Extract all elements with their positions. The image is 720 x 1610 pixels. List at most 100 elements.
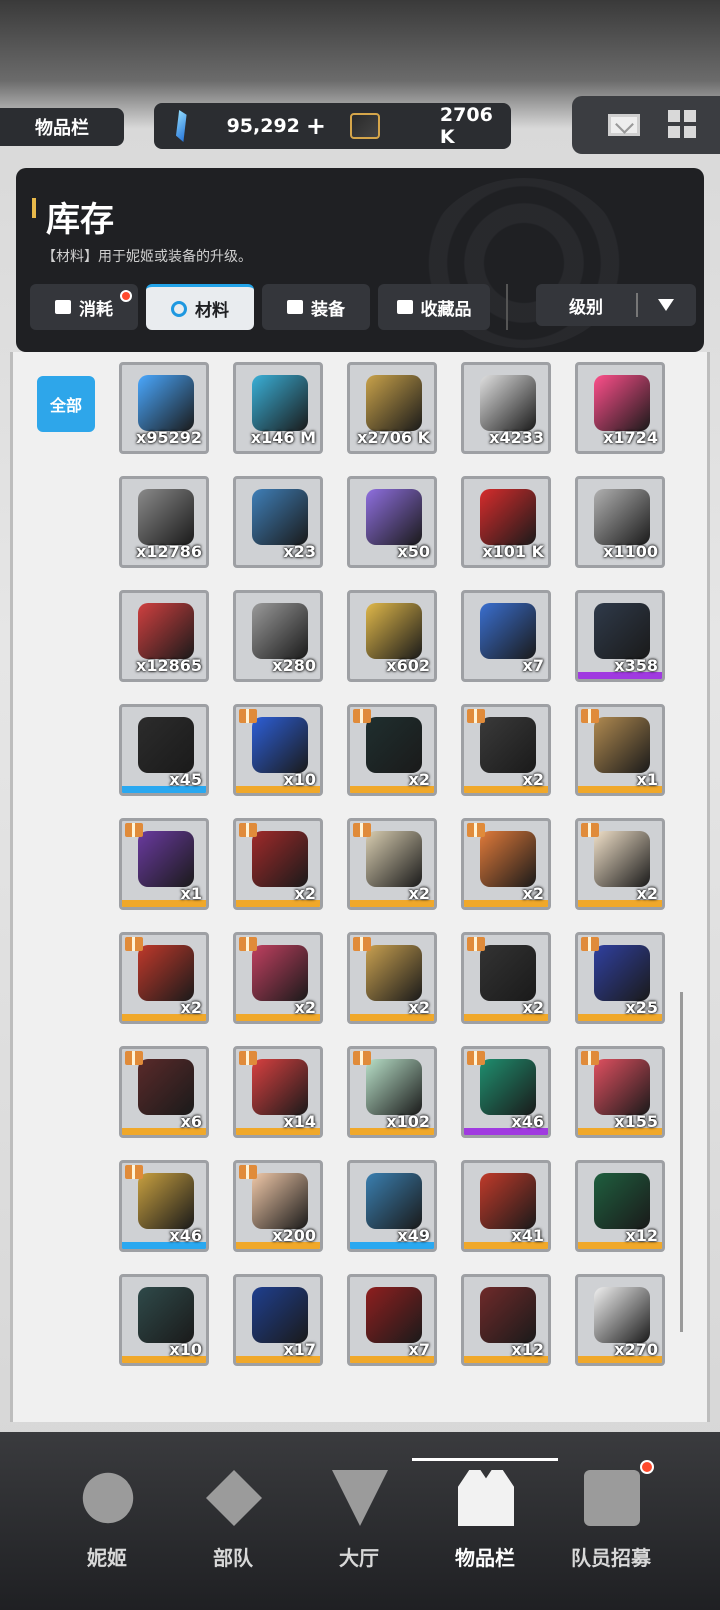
tab-materials[interactable]: 材料 [146,284,254,330]
item-image [252,489,308,545]
tab-label: 材料 [195,301,229,321]
inventory-item[interactable]: x23 [233,476,323,568]
inventory-item[interactable]: x155 [575,1046,665,1138]
item-quantity: x2 [180,998,202,1017]
item-image [252,945,308,1001]
filter-all-button[interactable]: 全部 [37,376,95,432]
item-quantity: x49 [397,1226,430,1245]
tab-label: 消耗 [79,299,113,320]
item-image [480,603,536,659]
inventory-item[interactable]: x2706 K [347,362,437,454]
item-quantity: x45 [169,770,202,789]
gem-currency[interactable]: 95,292 + [176,103,326,149]
inventory-item[interactable]: x2 [461,704,551,796]
inventory-item[interactable]: x270 [575,1274,665,1366]
add-gem-button[interactable]: + [306,112,326,140]
inventory-item[interactable]: x200 [233,1160,323,1252]
gift-icon [239,937,257,951]
inventory-item[interactable]: x4233 [461,362,551,454]
inventory-item[interactable]: x14 [233,1046,323,1138]
inventory-item[interactable]: x7 [347,1274,437,1366]
inventory-item[interactable]: x12 [575,1160,665,1252]
tab-collection[interactable]: 收藏品 [378,284,490,330]
item-quantity: x46 [511,1112,544,1131]
item-image [594,1287,650,1343]
inventory-item[interactable]: x2 [347,932,437,1024]
divider [506,284,508,330]
item-image [480,717,536,773]
inventory-item[interactable]: x1100 [575,476,665,568]
nav-squad[interactable]: 部队 [178,1432,288,1610]
inventory-item[interactable]: x25 [575,932,665,1024]
inventory-item[interactable]: x45 [119,704,209,796]
item-image [366,1287,422,1343]
gift-icon [581,937,599,951]
inventory-item[interactable]: x46 [119,1160,209,1252]
inventory-item[interactable]: x146 M [233,362,323,454]
scrollbar[interactable] [680,992,683,1332]
inventory-item[interactable]: x6 [119,1046,209,1138]
inventory-item[interactable]: x12786 [119,476,209,568]
inventory-item[interactable]: x2 [347,818,437,910]
inventory-item[interactable]: x50 [347,476,437,568]
inventory-item[interactable]: x1 [119,818,209,910]
lobby-icon [332,1470,388,1526]
item-image [252,603,308,659]
item-quantity: x2 [408,884,430,903]
sort-dropdown[interactable]: 级别 [536,284,696,326]
inventory-item[interactable]: x2 [233,818,323,910]
inventory-item[interactable]: x358 [575,590,665,682]
nav-lobby[interactable]: 大厅 [304,1432,414,1610]
item-quantity: x12 [625,1226,658,1245]
inventory-item[interactable]: x2 [461,818,551,910]
inventory-item[interactable]: x10 [119,1274,209,1366]
grid-icon[interactable] [668,110,696,138]
inventory-item[interactable]: x2 [461,932,551,1024]
inventory-item[interactable]: x101 K [461,476,551,568]
mail-icon[interactable] [608,114,640,136]
item-image [594,831,650,887]
inventory-item[interactable]: x12865 [119,590,209,682]
inventory-item[interactable]: x49 [347,1160,437,1252]
gift-icon [353,709,371,723]
inventory-item[interactable]: x102 [347,1046,437,1138]
nav-nikke[interactable]: 妮姬 [52,1432,162,1610]
item-image [252,1059,308,1115]
item-quantity: x602 [386,656,430,675]
inventory-item[interactable]: x95292 [119,362,209,454]
inventory-item[interactable]: x17 [233,1274,323,1366]
inventory-item[interactable]: x602 [347,590,437,682]
item-image [138,1287,194,1343]
item-image [594,489,650,545]
gift-icon [581,1051,599,1065]
panel-description: 【材料】用于妮姬或装备的升级。 [42,249,252,265]
inventory-item[interactable]: x46 [461,1046,551,1138]
inventory-item[interactable]: x1 [575,704,665,796]
tab-equipment[interactable]: 装备 [262,284,370,330]
inventory-item[interactable]: x12 [461,1274,551,1366]
item-image [594,1173,650,1229]
inventory-item[interactable]: x10 [233,704,323,796]
item-quantity: x1100 [603,542,658,561]
inventory-item[interactable]: x1724 [575,362,665,454]
item-image [594,603,650,659]
gift-icon [581,709,599,723]
inventory-item[interactable]: x280 [233,590,323,682]
inventory-item[interactable]: x7 [461,590,551,682]
clipboard-icon [584,1470,640,1526]
vest-icon [458,1470,514,1526]
gift-icon [353,1051,371,1065]
nav-inventory[interactable]: 物品栏 [412,1432,558,1610]
nav-recruit[interactable]: 队员招募 [556,1432,666,1610]
inventory-item[interactable]: x41 [461,1160,551,1252]
tab-label: 收藏品 [420,299,472,320]
inventory-item[interactable]: x2 [347,704,437,796]
inventory-item[interactable]: x2 [233,932,323,1024]
tab-consumables[interactable]: 消耗 [30,284,138,330]
inventory-item[interactable]: x2 [119,932,209,1024]
gift-icon [239,709,257,723]
gift-icon [353,937,371,951]
item-image [480,1173,536,1229]
item-image [366,1059,422,1115]
inventory-item[interactable]: x2 [575,818,665,910]
